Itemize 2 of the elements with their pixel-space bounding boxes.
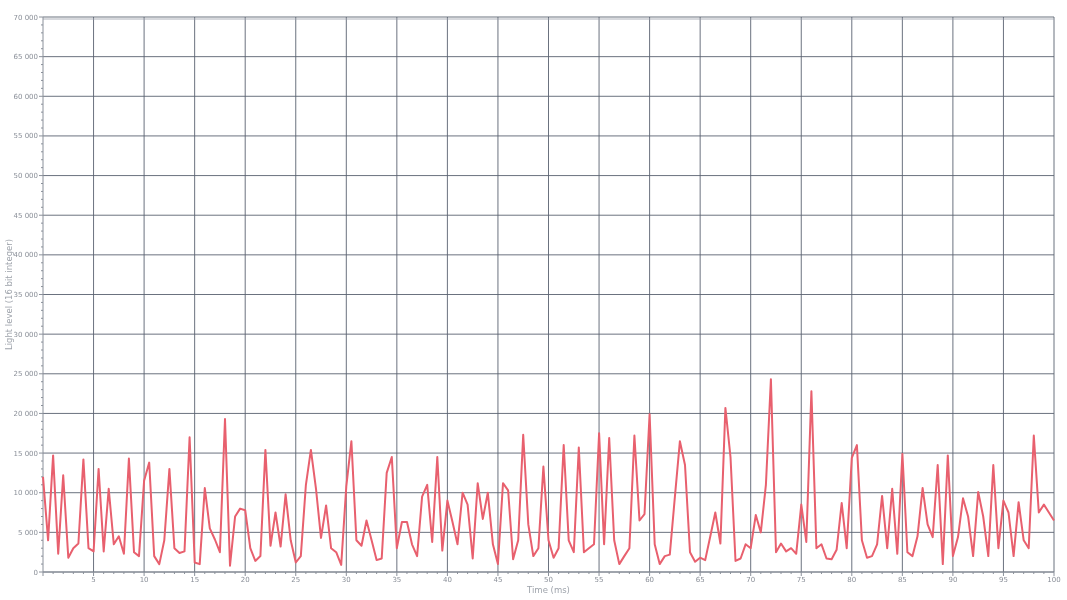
y-axis-title: Light level (16 bit integer) <box>4 238 14 351</box>
x-axis-title: Time (ms) <box>527 585 570 595</box>
